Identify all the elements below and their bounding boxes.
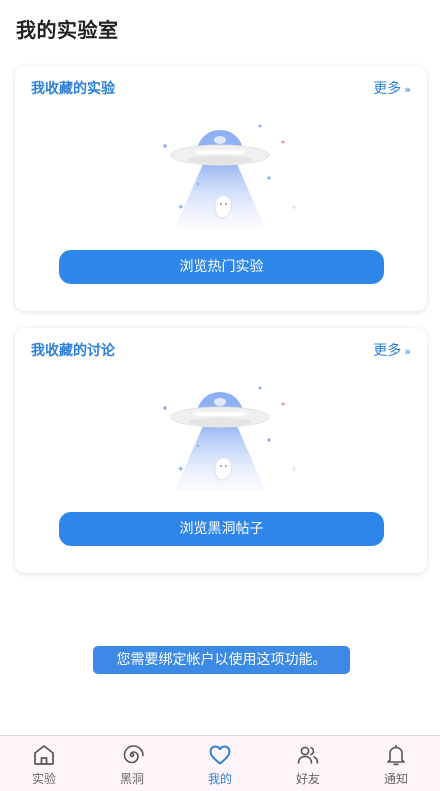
- home-icon: [34, 745, 54, 765]
- tab-label: 好友: [295, 772, 320, 786]
- bind-account-toast: 您需要绑定帐户以使用这项功能。: [93, 646, 350, 674]
- bottom-tab-bar: 实验 黑洞 我的 好友 通知: [0, 735, 440, 791]
- page-title: 我的实验室: [16, 18, 119, 42]
- friends-icon: [297, 746, 319, 764]
- tab-label: 黑洞: [119, 772, 144, 786]
- card-title: 我收藏的讨论: [31, 343, 115, 359]
- heart-icon: [209, 745, 231, 765]
- browse-hot-experiments-button[interactable]: 浏览热门实验: [59, 250, 384, 284]
- ufo-empty-illustration: ✦ +: [163, 386, 295, 490]
- spiral-icon: [123, 745, 144, 764]
- double-chevron-icon: »: [404, 83, 411, 96]
- svg-text:✦: ✦: [177, 465, 185, 475]
- tab-friends[interactable]: 好友: [264, 736, 352, 791]
- more-link[interactable]: 更多»: [373, 78, 411, 98]
- double-chevron-icon: »: [404, 345, 411, 358]
- tab-mine[interactable]: 我的: [176, 736, 264, 791]
- tab-experiments[interactable]: 实验: [0, 736, 88, 791]
- svg-text:+: +: [291, 465, 295, 474]
- tab-label: 我的: [207, 772, 232, 786]
- tab-label: 通知: [383, 772, 408, 786]
- browse-blackhole-posts-button[interactable]: 浏览黑洞帖子: [59, 512, 384, 546]
- tab-label: 实验: [31, 772, 56, 786]
- card-title: 我收藏的实验: [31, 81, 115, 97]
- more-link[interactable]: 更多»: [373, 340, 411, 360]
- favorite-discussions-card: 我收藏的讨论 更多» ✦ + 浏览黑洞帖子: [15, 328, 427, 573]
- tab-notifications[interactable]: 通知: [352, 736, 440, 791]
- bell-icon: [387, 744, 405, 766]
- svg-text:✦: ✦: [177, 203, 185, 213]
- more-label: 更多: [373, 343, 402, 359]
- tab-blackhole[interactable]: 黑洞: [88, 736, 176, 791]
- svg-text:+: +: [291, 203, 295, 212]
- favorite-experiments-card: 我收藏的实验 更多» ✦ + 浏览热门实验: [15, 66, 427, 311]
- more-label: 更多: [373, 81, 402, 97]
- ufo-empty-illustration: ✦ +: [163, 124, 295, 228]
